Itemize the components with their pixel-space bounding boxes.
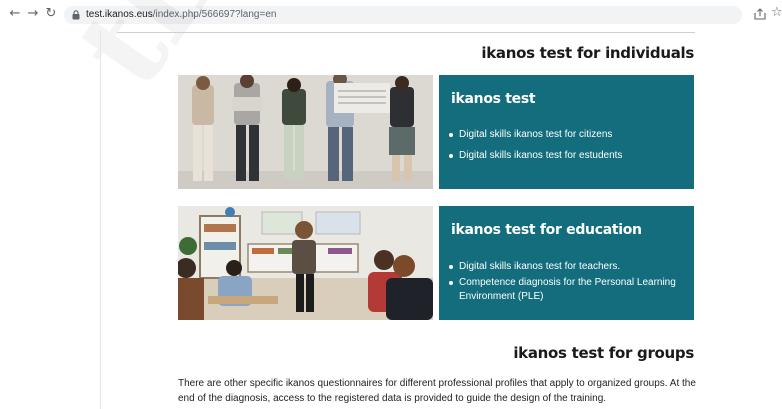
- section-heading-groups: ikanos test for groups: [513, 344, 694, 362]
- card-title: ikanos test for education: [451, 222, 642, 238]
- list-item-students[interactable]: Digital skills ikanos test for estudents: [449, 149, 685, 164]
- back-icon[interactable]: ←: [7, 6, 23, 22]
- reload-icon[interactable]: ↻: [43, 6, 59, 22]
- card-list: Digital skills ikanos test for teachers.…: [449, 260, 685, 306]
- card-list: Digital skills ikanos test for citizens …: [449, 128, 685, 169]
- lock-icon: [72, 10, 80, 20]
- card-title: ikanos test: [451, 91, 536, 107]
- url-path: /index.php/566697?lang=en: [152, 9, 277, 20]
- list-item-ple[interactable]: Competence diagnosis for the Personal Le…: [449, 276, 685, 305]
- list-item-citizens[interactable]: Digital skills ikanos test for citizens: [449, 128, 685, 143]
- browser-toolbar: ← → ↻ test.ikanos.eus/index.php/566697?l…: [0, 0, 782, 30]
- url-host: test.ikanos.eus: [86, 9, 153, 20]
- share-icon[interactable]: [754, 8, 766, 20]
- groups-description: There are other specific ikanos question…: [178, 378, 696, 404]
- card-ikanos-test-education[interactable]: ikanos test for education Digital skills…: [439, 206, 694, 320]
- photo-people-reading: [178, 75, 433, 189]
- list-item-teachers[interactable]: Digital skills ikanos test for teachers.: [449, 260, 685, 275]
- photo-classroom: [178, 206, 433, 320]
- section-heading-individuals: ikanos test for individuals: [481, 44, 694, 62]
- forward-icon[interactable]: →: [25, 6, 41, 22]
- star-icon[interactable]: ☆: [771, 5, 782, 21]
- content-left-border: [100, 30, 101, 409]
- divider: [117, 32, 695, 33]
- address-bar[interactable]: test.ikanos.eus/index.php/566697?lang=en: [64, 6, 742, 24]
- card-ikanos-test[interactable]: ikanos test Digital skills ikanos test f…: [439, 75, 694, 189]
- url-text: test.ikanos.eus/index.php/566697?lang=en: [86, 8, 276, 22]
